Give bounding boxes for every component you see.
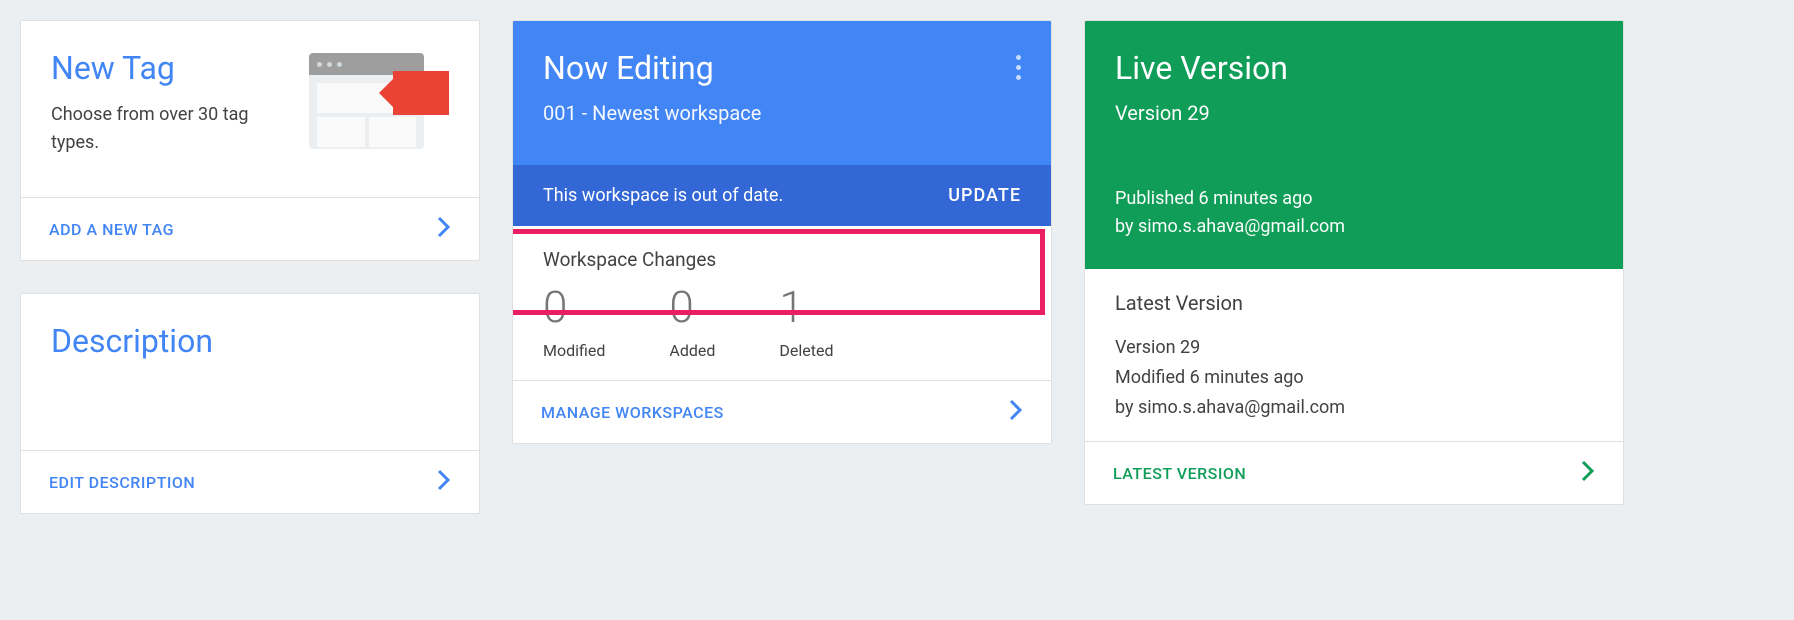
stat-modified-label: Modified <box>543 341 605 360</box>
manage-workspaces-label: MANAGE WORKSPACES <box>541 403 724 422</box>
live-version-number: Version 29 <box>1115 101 1593 125</box>
out-of-date-banner: This workspace is out of date. UPDATE <box>513 165 1051 226</box>
latest-version-number: Version 29 <box>1115 333 1593 363</box>
chevron-right-icon <box>437 216 451 242</box>
chevron-right-icon <box>1581 460 1595 486</box>
workspace-changes-title: Workspace Changes <box>543 248 1021 271</box>
stat-modified: 0 Modified <box>543 281 605 376</box>
new-tag-title: New Tag <box>51 49 289 87</box>
stat-added: 0 Added <box>669 281 715 376</box>
description-title: Description <box>51 322 449 360</box>
published-time: Published 6 minutes ago <box>1115 185 1593 213</box>
stat-deleted: 1 Deleted <box>779 281 833 376</box>
new-tag-card: New Tag Choose from over 30 tag types. A… <box>20 20 480 261</box>
latest-modified-time: Modified 6 minutes ago <box>1115 363 1593 393</box>
latest-version-title: Latest Version <box>1115 291 1593 315</box>
stat-added-label: Added <box>669 341 715 360</box>
stat-deleted-label: Deleted <box>779 341 833 360</box>
latest-version-button[interactable]: LATEST VERSION <box>1085 441 1623 504</box>
add-new-tag-button[interactable]: ADD A NEW TAG <box>21 197 479 260</box>
add-new-tag-label: ADD A NEW TAG <box>49 220 174 239</box>
description-card: Description EDIT DESCRIPTION <box>20 293 480 514</box>
stat-added-value: 0 <box>669 281 715 333</box>
banner-message: This workspace is out of date. <box>543 185 783 206</box>
latest-version-label: LATEST VERSION <box>1113 464 1246 483</box>
manage-workspaces-button[interactable]: MANAGE WORKSPACES <box>513 380 1051 443</box>
now-editing-workspace-name: 001 - Newest workspace <box>543 101 1021 125</box>
workspace-menu-button[interactable] <box>1010 49 1027 86</box>
chevron-right-icon <box>1009 399 1023 425</box>
edit-description-button[interactable]: EDIT DESCRIPTION <box>21 450 479 513</box>
new-tag-subtitle: Choose from over 30 tag types. <box>51 101 289 157</box>
live-version-card: Live Version Version 29 Published 6 minu… <box>1084 20 1624 505</box>
now-editing-title: Now Editing <box>543 49 1021 87</box>
live-version-title: Live Version <box>1115 49 1593 87</box>
tag-illustration-icon <box>309 53 449 163</box>
chevron-right-icon <box>437 469 451 495</box>
edit-description-label: EDIT DESCRIPTION <box>49 473 195 492</box>
stat-deleted-value: 1 <box>779 281 833 333</box>
latest-modified-by: by simo.s.ahava@gmail.com <box>1115 393 1593 423</box>
published-by: by simo.s.ahava@gmail.com <box>1115 213 1593 241</box>
update-workspace-button[interactable]: UPDATE <box>948 185 1021 206</box>
now-editing-card: Now Editing 001 - Newest workspace This … <box>512 20 1052 444</box>
stat-modified-value: 0 <box>543 281 605 333</box>
